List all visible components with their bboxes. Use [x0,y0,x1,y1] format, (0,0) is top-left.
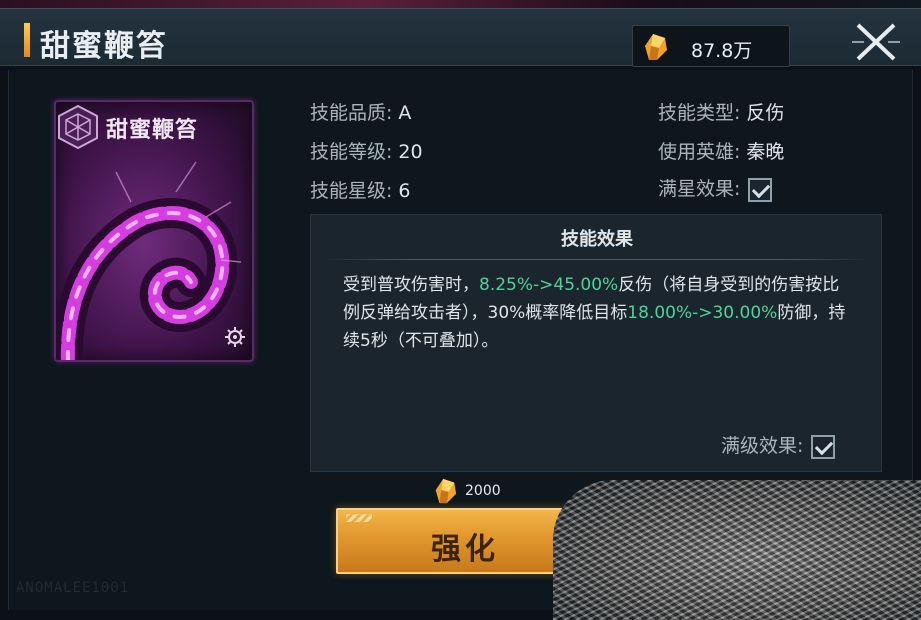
effect-text-1: 受到普攻伤害时， [343,275,479,295]
max-star-label: 满星效果: [658,178,741,200]
close-button[interactable] [850,19,902,65]
upgrade-cost-value: 2000 [465,483,501,499]
skill-card: 甜蜜鞭笞 [54,100,254,362]
skill-quality-label: 技能品质: [310,102,393,124]
currency-display: 87.8万 [632,25,790,67]
close-icon [852,23,900,61]
effect-highlight-2: 18.00%->30.00% [627,303,778,323]
skill-star: 技能星级: 6 [310,176,411,203]
skill-star-label: 技能星级: [310,180,393,202]
effect-header: 技能效果 [561,229,633,250]
effect-description: 受到普攻伤害时，8.25%->45.00%反伤（将自身受到的伤害按比例反弹给攻击… [343,271,855,355]
effect-box: 技能效果 受到普攻伤害时，8.25%->45.00%反伤（将自身受到的伤害按比例… [310,214,882,472]
skill-type: 技能类型: 反伤 [658,98,784,125]
skill-star-value: 6 [398,180,411,202]
skill-quality: 技能品质: A [310,98,411,125]
max-level-checkbox[interactable] [811,434,836,459]
gear-icon [225,327,245,347]
upgrade-cost: 2000 [432,474,512,508]
skill-level-label: 技能等级: [310,141,393,163]
title-bar: 甜蜜鞭笞 87.8万 [0,8,921,67]
skill-level: 技能等级: 20 [310,137,423,164]
title-accent [24,23,30,57]
skill-quality-value: A [398,102,412,124]
page-title: 甜蜜鞭笞 [40,29,168,64]
skill-type-label: 技能类型: [658,102,741,124]
currency-value: 87.8万 [691,40,753,62]
skill-hero: 使用英雄: 秦晚 [658,137,784,164]
max-star-checkbox[interactable] [748,177,773,202]
max-star-effect: 满星效果: [658,174,773,202]
watermark: ANOMALEE1001 [16,580,130,596]
skill-hero-label: 使用英雄: [658,141,741,163]
skill-type-value: 反伤 [746,102,785,124]
upgrade-button[interactable]: 强化 [336,508,590,574]
skill-hero-value: 秦晚 [746,141,785,163]
gold-crystal-icon [435,478,457,504]
button-hatch-decoration [346,514,372,522]
hexagon-emblem-icon [58,104,98,150]
max-level-effect: 满级效果: [721,431,836,459]
card-title: 甜蜜鞭笞 [106,117,199,143]
blurred-overlay [553,480,921,620]
effect-highlight-1: 8.25%->45.00% [479,275,619,295]
effect-divider [325,259,869,260]
gold-crystal-icon [645,34,667,60]
max-level-label: 满级效果: [721,435,804,457]
skill-level-value: 20 [398,141,423,163]
